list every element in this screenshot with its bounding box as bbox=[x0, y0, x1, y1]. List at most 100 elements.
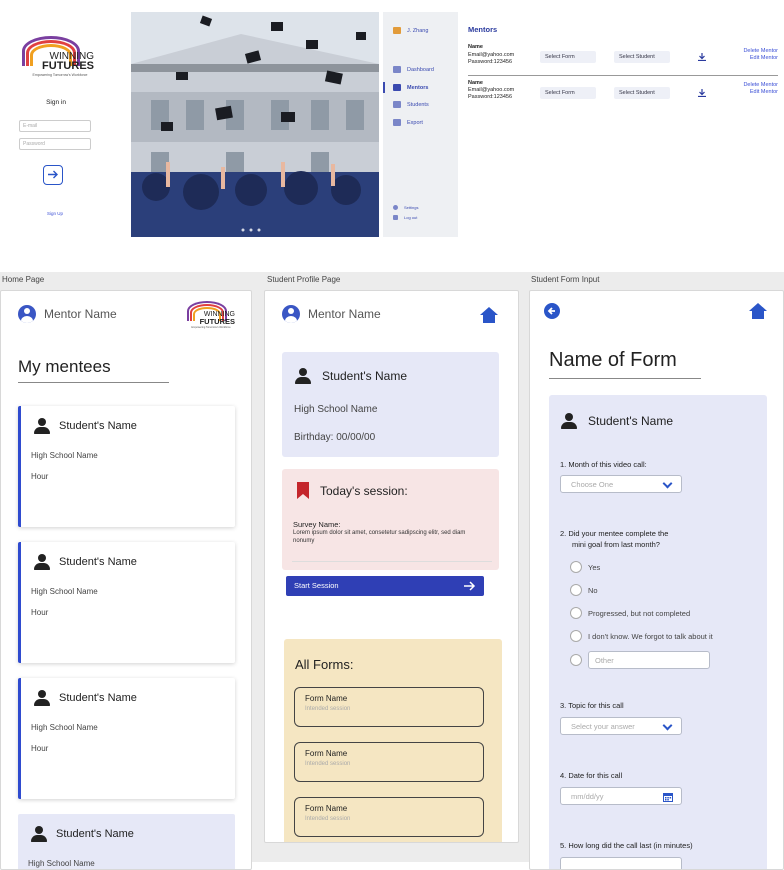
login-panel: WINNING FUTURES Empowering Tomorrow's Wo… bbox=[0, 12, 128, 238]
sidebar-item-export[interactable]: Export bbox=[393, 119, 423, 126]
mentors-title: Mentors bbox=[468, 25, 498, 34]
title-underline bbox=[549, 378, 701, 379]
home-icon[interactable] bbox=[480, 307, 498, 323]
active-indicator bbox=[383, 82, 385, 93]
person-icon bbox=[294, 368, 312, 384]
signup-link[interactable]: Sign Up bbox=[0, 211, 110, 216]
mentor-header[interactable]: Mentor Name bbox=[18, 305, 117, 323]
radio-other[interactable]: Other bbox=[570, 651, 710, 669]
form-item[interactable]: Form Name Intended session bbox=[294, 687, 484, 727]
person-icon bbox=[33, 554, 51, 570]
survey-text: Lorem ipsum dolor sit amet, consetetur s… bbox=[293, 530, 466, 545]
winning-futures-logo: WINNING FUTURES Empowering Tomorrow's Wo… bbox=[185, 301, 237, 329]
chevron-down-icon bbox=[662, 478, 673, 489]
title-underline bbox=[18, 382, 169, 383]
radio-yes[interactable]: Yes bbox=[570, 561, 600, 573]
form-item[interactable]: Form Name Intended session bbox=[294, 797, 484, 837]
form-item[interactable]: Form Name Intended session bbox=[294, 742, 484, 782]
home-icon[interactable] bbox=[749, 303, 767, 319]
student-profile-screen: Mentor Name Student's Name High School N… bbox=[264, 290, 519, 843]
student-info-card: Student's Name High School Name Birthday… bbox=[282, 352, 499, 457]
all-forms-title: All Forms: bbox=[295, 657, 354, 672]
select-student-dropdown[interactable]: Select Student bbox=[614, 87, 670, 99]
other-input[interactable]: Other bbox=[588, 651, 710, 669]
question-4: 4. Date for this call bbox=[560, 771, 623, 780]
home-page-screen: Mentor Name WINNING FUTURES Empowering T… bbox=[0, 290, 252, 870]
signin-title: Sign in bbox=[46, 99, 66, 106]
winning-futures-logo: WINNING FUTURES Empowering Tomorrow's Wo… bbox=[20, 36, 96, 80]
start-session-button[interactable]: Start Session bbox=[286, 576, 484, 596]
question-5: 5. How long did the call last (in minute… bbox=[560, 841, 693, 850]
person-icon bbox=[33, 418, 51, 434]
sidebar-item-logout[interactable]: Log out bbox=[393, 215, 417, 220]
mentee-card[interactable]: Student's Name High School Name Hour bbox=[18, 542, 235, 663]
mentor-header[interactable]: Mentor Name bbox=[282, 305, 381, 323]
question-3: 3. Topic for this call bbox=[560, 701, 624, 710]
calendar-icon bbox=[663, 793, 673, 802]
menu-icon bbox=[393, 27, 401, 34]
mentee-card[interactable]: Student's Name High School Name Hour bbox=[18, 678, 235, 799]
person-icon bbox=[33, 690, 51, 706]
page-title: My mentees bbox=[18, 357, 111, 376]
radio-forgot[interactable]: I don't know. We forgot to talk about it bbox=[570, 630, 713, 642]
logout-icon bbox=[393, 215, 398, 220]
download-icon[interactable] bbox=[698, 89, 706, 97]
month-dropdown[interactable]: Choose One bbox=[560, 475, 682, 493]
question-1: 1. Month of this video call: bbox=[560, 460, 647, 469]
edit-mentor-link[interactable]: Edit Mentor bbox=[750, 89, 778, 96]
bookmark-icon bbox=[297, 482, 309, 499]
label-home-page: Home Page bbox=[2, 275, 45, 284]
gear-icon bbox=[393, 205, 398, 210]
admin-sidebar: J. Zhang Dashboard Mentors Students Expo… bbox=[383, 12, 458, 237]
form-title: Name of Form bbox=[549, 349, 677, 371]
avatar bbox=[18, 305, 36, 323]
divider bbox=[292, 561, 492, 562]
student-icon bbox=[393, 101, 401, 108]
mentee-card[interactable]: Student's Name High School Name Hour bbox=[18, 406, 235, 527]
select-form-dropdown[interactable]: Select Form bbox=[540, 51, 596, 63]
graduation-photo bbox=[131, 12, 379, 237]
school-name: High School Name bbox=[294, 404, 378, 415]
birthday: Birthday: 00/00/00 bbox=[294, 432, 376, 443]
back-icon[interactable] bbox=[544, 303, 560, 319]
download-icon[interactable] bbox=[698, 53, 706, 61]
form-body: Student's Name 1. Month of this video ca… bbox=[549, 395, 767, 869]
question-2: 2. Did your mentee complete the bbox=[560, 529, 669, 538]
signin-submit-button[interactable] bbox=[43, 165, 63, 185]
sidebar-item-mentors[interactable]: Mentors bbox=[393, 84, 428, 91]
student-form-screen: Name of Form Student's Name 1. Month of … bbox=[529, 290, 784, 870]
duration-input[interactable] bbox=[560, 857, 682, 869]
email-field[interactable]: E-mail bbox=[19, 120, 91, 132]
password-field[interactable]: Password bbox=[19, 138, 91, 150]
question-2-cont: mini goal from last month? bbox=[572, 540, 660, 549]
mentor-row: Name Email@yahoo.com Password:123456 Sel… bbox=[468, 44, 778, 76]
label-profile-page: Student Profile Page bbox=[267, 275, 341, 284]
label-form-page: Student Form Input bbox=[531, 275, 600, 284]
graduation-illustration bbox=[131, 12, 379, 237]
radio-no[interactable]: No bbox=[570, 584, 598, 596]
edit-mentor-link[interactable]: Edit Mentor bbox=[750, 55, 778, 62]
sidebar-item-dashboard[interactable]: Dashboard bbox=[393, 66, 434, 73]
people-icon bbox=[393, 84, 401, 91]
radio-progressed[interactable]: Progressed, but not completed bbox=[570, 607, 690, 619]
select-form-dropdown[interactable]: Select Form bbox=[540, 87, 596, 99]
admin-user[interactable]: J. Zhang bbox=[393, 27, 428, 34]
person-icon bbox=[30, 826, 48, 842]
sidebar-item-students[interactable]: Students bbox=[393, 101, 429, 108]
dashboard-icon bbox=[393, 66, 401, 73]
chevron-down-icon bbox=[662, 720, 673, 731]
delete-mentor-link[interactable]: Delete Mentor bbox=[743, 82, 778, 89]
admin-mentors-panel: Mentors Name Email@yahoo.com Password:12… bbox=[462, 12, 784, 237]
topic-dropdown[interactable]: Select your answer bbox=[560, 717, 682, 735]
person-icon bbox=[560, 413, 578, 429]
select-student-dropdown[interactable]: Select Student bbox=[614, 51, 670, 63]
student-name: Student's Name bbox=[322, 369, 408, 383]
delete-mentor-link[interactable]: Delete Mentor bbox=[743, 48, 778, 55]
survey-label: Survey Name: bbox=[293, 520, 341, 529]
all-forms-card: All Forms: Form Name Intended session Fo… bbox=[284, 639, 502, 842]
date-input[interactable]: mm/dd/yy bbox=[560, 787, 682, 805]
arrow-right-icon bbox=[464, 581, 476, 591]
sidebar-item-settings[interactable]: Settings bbox=[393, 205, 418, 210]
arrow-right-icon bbox=[48, 170, 58, 179]
export-icon bbox=[393, 119, 401, 126]
